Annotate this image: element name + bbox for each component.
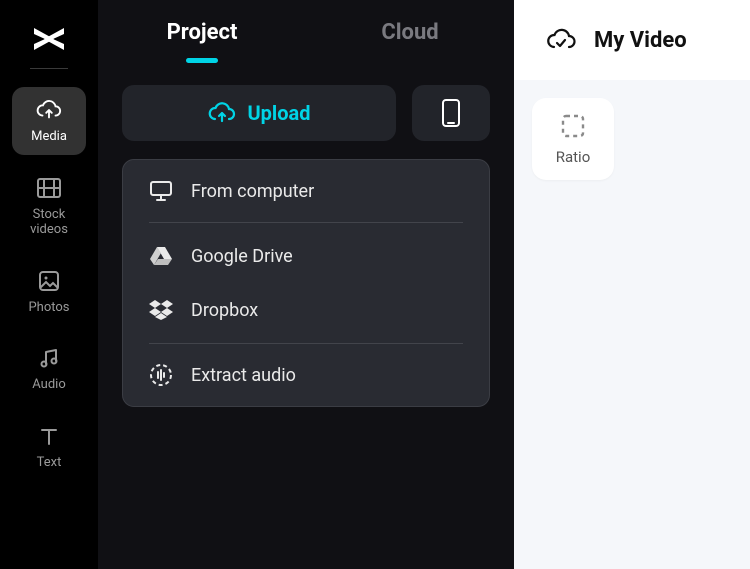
device-button[interactable] bbox=[412, 85, 490, 141]
dropdown-dropbox[interactable]: Dropbox bbox=[149, 283, 463, 337]
image-icon bbox=[36, 268, 62, 294]
sidebar-divider bbox=[30, 68, 68, 69]
tab-project[interactable]: Project bbox=[98, 20, 306, 63]
dropdown-label: Dropbox bbox=[191, 300, 258, 321]
sidebar-item-label: Media bbox=[31, 129, 67, 145]
ratio-icon bbox=[559, 112, 587, 140]
upload-row: Upload bbox=[98, 63, 514, 141]
sidebar-item-label: Audio bbox=[32, 377, 65, 393]
ratio-button[interactable]: Ratio bbox=[532, 98, 614, 180]
music-note-icon bbox=[36, 345, 62, 371]
sidebar-item-photos[interactable]: Photos bbox=[12, 258, 86, 326]
dropdown-google-drive[interactable]: Google Drive bbox=[149, 229, 463, 283]
text-icon bbox=[36, 423, 62, 449]
sidebar-item-text[interactable]: Text bbox=[12, 413, 86, 481]
sidebar-item-audio[interactable]: Audio bbox=[12, 335, 86, 403]
sidebar-item-label: Stock videos bbox=[30, 207, 68, 238]
app-logo[interactable] bbox=[28, 18, 70, 60]
main-panel: Project Cloud Upload bbox=[98, 0, 514, 569]
tab-cloud[interactable]: Cloud bbox=[306, 20, 514, 63]
sidebar-item-media[interactable]: Media bbox=[12, 87, 86, 155]
capcut-logo-icon bbox=[30, 20, 68, 58]
cloud-upload-icon bbox=[36, 97, 62, 123]
dropdown-from-computer[interactable]: From computer bbox=[149, 160, 463, 222]
sidebar-item-label: Text bbox=[37, 455, 62, 471]
cloud-check-icon bbox=[546, 27, 576, 53]
dropdown-label: Extract audio bbox=[191, 365, 296, 386]
dropbox-icon bbox=[149, 298, 173, 322]
sidebar-item-label: Photos bbox=[28, 300, 69, 316]
right-title: My Video bbox=[594, 28, 687, 53]
upload-label: Upload bbox=[248, 101, 311, 125]
google-drive-icon bbox=[149, 244, 173, 268]
sidebar-item-stock-videos[interactable]: Stock videos bbox=[12, 165, 86, 248]
film-icon bbox=[36, 175, 62, 201]
upload-dropdown: From computer Google Drive bbox=[122, 159, 490, 407]
dropdown-label: From computer bbox=[191, 181, 314, 202]
monitor-icon bbox=[149, 179, 173, 203]
right-header: My Video bbox=[514, 0, 750, 80]
ratio-label: Ratio bbox=[556, 148, 591, 166]
right-body: Ratio bbox=[514, 80, 750, 180]
sidebar: Media Stock videos Photos bbox=[0, 0, 98, 569]
extract-audio-icon bbox=[149, 363, 173, 387]
dropdown-label: Google Drive bbox=[191, 246, 293, 267]
dropdown-extract-audio[interactable]: Extract audio bbox=[149, 344, 463, 406]
phone-icon bbox=[441, 98, 461, 128]
tabs: Project Cloud bbox=[98, 0, 514, 63]
right-panel: My Video Ratio bbox=[514, 0, 750, 569]
upload-button[interactable]: Upload bbox=[122, 85, 396, 141]
cloud-upload-icon bbox=[208, 101, 236, 125]
